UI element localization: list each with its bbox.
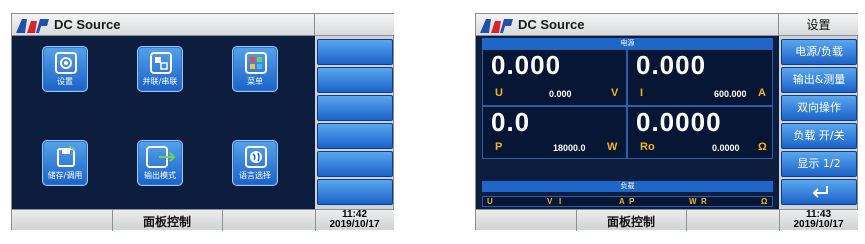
gear-icon [55,52,77,74]
load-p-unit: W [689,197,697,206]
enter-return-icon [812,186,828,198]
softkey-5[interactable] [317,151,393,177]
status-footer: 面板控制 11:43 2019/10/17 [476,209,858,231]
softkey-column [315,36,394,209]
tile-label: 并联/串联 [142,77,178,86]
load-p-label: P [629,197,635,206]
source-load-button[interactable]: 电源/负载 [781,39,857,65]
softkey-1[interactable] [317,39,393,65]
side-title [315,14,394,36]
output-mode-icon [146,146,176,168]
clock-date: 2019/10/17 [329,219,380,230]
voltage-setting: 0.000 [549,89,572,99]
load-r-unit: Ω [761,197,768,206]
tile-label: 设置 [57,77,73,86]
footer-divider [686,210,687,231]
panel-control-label: 面板控制 [606,215,655,229]
side-title: 设置 [779,14,858,36]
load-u-label: U [487,197,493,206]
brand-logo-icon [16,19,49,33]
menu-grid-icon [245,52,267,74]
power-readout: 0.0 [491,107,531,137]
power-unit: W [607,141,618,153]
measurement-screen: DC Source 设置 电源 0.000 U 0.000 V 0.000 I … [475,13,858,231]
power-label: P [495,141,503,153]
settings-tile[interactable]: 设置 [42,46,88,92]
status-footer: 面板控制 11:42 2019/10/17 [12,209,394,231]
current-setting: 600.000 [714,89,747,99]
app-title: DC Source [518,17,585,32]
output-mode-tile[interactable]: 输出模式 [137,140,183,186]
home-screen: DC Source 设置 并联/串联 菜单 储存/调用 输出模式 语言选择 面板… [11,13,394,231]
softkey-3[interactable] [317,95,393,121]
tile-label: 储存/调用 [47,171,83,180]
resistance-readout: 0.0000 [636,107,722,137]
readout-area: 电源 0.000 U 0.000 V 0.000 I 600.000 A 0.0… [476,36,779,209]
tile-label: 菜单 [247,77,263,86]
load-i-unit: A [619,197,625,206]
parallel-series-icon [150,52,172,74]
voltage-readout: 0.000 [491,50,562,80]
menu-tile[interactable]: 菜单 [232,46,278,92]
enter-button[interactable] [781,179,857,205]
tile-label: 输出模式 [144,171,176,180]
title-bar: DC Source [476,14,779,36]
current-panel: 0.000 I 600.000 A [627,49,773,106]
output-measure-button[interactable]: 输出&测量 [781,67,857,93]
voltage-unit: V [611,87,619,99]
softkey-6[interactable] [317,179,393,205]
footer-divider [222,210,223,231]
save-recall-icon [57,146,76,167]
load-u-unit: V [547,197,553,206]
softkey-4[interactable] [317,123,393,149]
power-panel: 0.0 P 18000.0 W [482,106,627,159]
home-menu-area: 设置 并联/串联 菜单 储存/调用 输出模式 语言选择 [12,36,315,209]
load-r-label: R [701,197,707,206]
load-on-off-button[interactable]: 负载 开/关 [781,123,857,149]
parallel-series-tile[interactable]: 并联/串联 [137,46,183,92]
resistance-panel: 0.0000 Ro 0.0000 Ω [627,106,773,159]
clock: 11:43 2019/10/17 [779,210,858,230]
current-unit: A [758,87,766,99]
resistance-unit: Ω [758,141,767,153]
resistance-setting: 0.0000 [712,143,740,153]
tile-label: 语言选择 [239,171,271,180]
app-title: DC Source [54,17,121,32]
language-tile[interactable]: 语言选择 [232,140,278,186]
load-readout-row: U V I A P W R Ω [482,196,773,207]
display-page-button[interactable]: 显示 1/2 [781,151,857,177]
title-bar: DC Source [12,14,315,36]
save-recall-tile[interactable]: 储存/调用 [42,140,88,186]
clock: 11:42 2019/10/17 [315,210,394,230]
bidirectional-button[interactable]: 双向操作 [781,95,857,121]
brand-logo-icon [480,19,513,33]
current-label: I [640,87,644,99]
softkey-2[interactable] [317,67,393,93]
resistance-label: Ro [640,141,655,153]
load-i-label: I [559,197,562,206]
voltage-panel: 0.000 U 0.000 V [482,49,627,106]
current-readout: 0.000 [636,50,707,80]
source-section-bar: 电源 [482,38,773,49]
softkey-column: 电源/负载 输出&测量 双向操作 负载 开/关 显示 1/2 [779,36,858,209]
voltage-label: U [495,87,503,99]
power-setting: 18000.0 [553,143,586,153]
load-section-bar: 负载 [482,181,773,192]
panel-control-label: 面板控制 [142,215,191,229]
globe-icon [245,146,267,168]
clock-date: 2019/10/17 [793,219,844,230]
